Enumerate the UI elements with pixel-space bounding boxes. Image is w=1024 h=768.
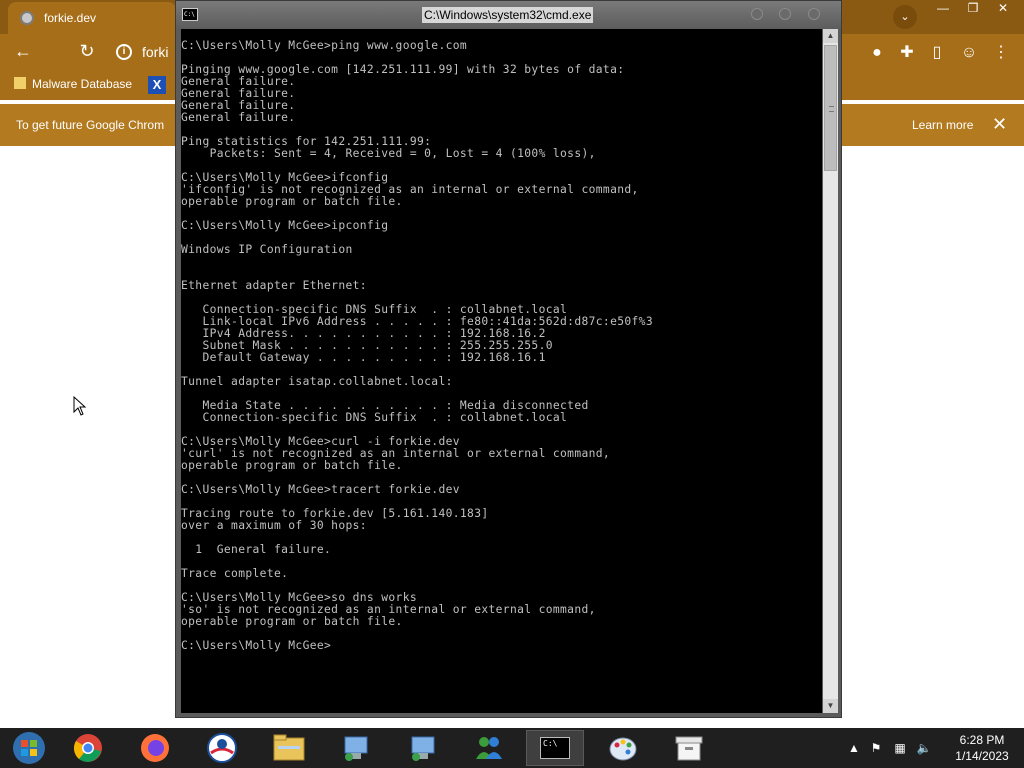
info-icon[interactable]: i: [116, 44, 132, 60]
chrome-taskbar-button[interactable]: [59, 730, 117, 766]
network-computer-icon: [344, 736, 368, 761]
scroll-up-icon[interactable]: ▲: [823, 29, 838, 43]
firefox-icon: [141, 734, 169, 762]
console-icon: C:\: [540, 737, 570, 759]
reload-icon[interactable]: ↻: [76, 40, 98, 62]
start-button[interactable]: [0, 730, 58, 766]
puzzle-icon[interactable]: ✚: [896, 42, 918, 64]
chrome-icon: [73, 734, 102, 762]
clock-time: 6:28 PM: [959, 733, 1005, 747]
clock[interactable]: 6:28 PM 1/14/2023: [940, 732, 1024, 764]
archive-taskbar-button[interactable]: [660, 730, 718, 766]
tab-title: forkie.dev: [44, 11, 97, 25]
cmd-taskbar-button[interactable]: C:\: [526, 730, 584, 766]
taskbar: C:\ ▲ ⚑ ▦ 🔈 6:28 PM 1/14/2023: [0, 728, 1024, 768]
tab-forkie-dev[interactable]: forkie.dev: [8, 2, 176, 34]
obama-logo-icon: [207, 733, 237, 763]
grip-icon: [829, 106, 834, 112]
cmd-titlebar[interactable]: C:\ C:\Windows\system32\cmd.exe: [176, 1, 841, 29]
messenger-taskbar-button[interactable]: [460, 730, 518, 766]
bookmark-label: Malware Database: [32, 77, 133, 91]
avatar[interactable]: ☺: [958, 42, 980, 64]
folder-icon: [273, 734, 305, 761]
paint-taskbar-button[interactable]: [594, 730, 652, 766]
network-taskbar-button[interactable]: [327, 730, 385, 766]
learn-more-link[interactable]: Learn more: [912, 118, 973, 132]
network-icon[interactable]: ▦: [892, 740, 908, 756]
messenger-icon: [476, 737, 502, 759]
network-taskbar-button-2[interactable]: [394, 730, 452, 766]
action-center-flag-icon[interactable]: ⚑: [868, 740, 884, 756]
close-button[interactable]: [808, 8, 820, 20]
explorer-taskbar-button[interactable]: [260, 730, 318, 766]
restore-button[interactable]: ❐: [958, 0, 988, 18]
obama-taskbar-button[interactable]: [193, 730, 251, 766]
folder-icon: [14, 77, 26, 89]
profile-extension-icon[interactable]: ●: [866, 42, 888, 64]
console-icon: C:\: [182, 8, 198, 21]
console-output-area[interactable]: C:\Users\Molly McGee>ping www.google.com…: [181, 29, 822, 713]
scroll-down-icon[interactable]: ▼: [823, 699, 838, 713]
palette-icon: [609, 737, 637, 761]
firefox-taskbar-button[interactable]: [126, 730, 184, 766]
globe-icon: [20, 11, 34, 25]
vertical-scrollbar[interactable]: ▲ ▼: [823, 29, 838, 713]
maximize-button[interactable]: [779, 8, 791, 20]
scroll-thumb[interactable]: [824, 45, 837, 171]
chevron-down-icon[interactable]: ⌄: [893, 5, 917, 29]
window-title: C:\Windows\system32\cmd.exe: [422, 7, 594, 23]
minimize-button[interactable]: [751, 8, 763, 20]
archive-box-icon: [675, 736, 703, 761]
side-panel-icon[interactable]: ▯: [926, 42, 948, 64]
menu-dots-icon[interactable]: ⋮: [990, 42, 1012, 64]
back-arrow-icon[interactable]: ←: [12, 40, 34, 62]
close-icon[interactable]: ✕: [992, 114, 1007, 135]
show-hidden-icons-icon[interactable]: ▲: [846, 740, 862, 756]
windows-orb-icon: [13, 732, 45, 764]
mouse-cursor-icon: [73, 396, 87, 416]
network-computer-icon: [411, 736, 435, 761]
bookmark-x-icon[interactable]: X: [148, 76, 166, 94]
clock-date: 1/14/2023: [955, 749, 1009, 763]
cmd-window[interactable]: C:\ C:\Windows\system32\cmd.exe C:\Users…: [175, 0, 842, 718]
close-window-button[interactable]: ✕: [988, 0, 1018, 18]
infobar-message: To get future Google Chrom: [16, 118, 165, 132]
volume-icon[interactable]: 🔈: [916, 740, 932, 756]
console-output: C:\Users\Molly McGee>ping www.google.com…: [181, 39, 653, 652]
bookmark-malware-database[interactable]: Malware Database: [14, 77, 132, 91]
address-text: forki: [142, 44, 169, 60]
minimize-button[interactable]: —: [928, 0, 958, 18]
